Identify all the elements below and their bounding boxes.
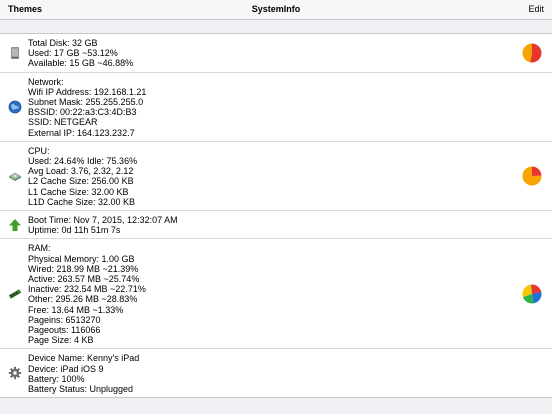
info-line: Pageins: 6513270 xyxy=(28,314,101,325)
info-line: CPU: xyxy=(28,145,50,156)
up-arrow-icon xyxy=(8,218,22,232)
navigation-bar: Themes SystemInfo Edit xyxy=(0,0,552,20)
pie-slice xyxy=(532,166,542,176)
device-info: Device Name: Kenny's iPad Device: iPad i… xyxy=(28,349,552,397)
info-line: Page Size: 4 KB xyxy=(28,335,94,346)
info-line: L2 Cache Size: 256.00 KB xyxy=(28,176,134,187)
page-title: SystemInfo xyxy=(251,4,301,14)
ram-row[interactable]: RAM: Physical Memory: 1.00 GB Wired: 218… xyxy=(0,239,552,350)
info-line: Device: iPad iOS 9 xyxy=(28,363,104,374)
info-line: Device Name: Kenny's iPad xyxy=(28,353,140,364)
info-line: Used: 17 GB ~53.12% xyxy=(28,48,118,59)
info-line: Avg Load: 3.76, 2.32, 2.12 xyxy=(28,166,134,177)
info-line: Uptime: 0d 11h 51m 7s xyxy=(28,225,121,236)
info-line: RAM: xyxy=(28,243,51,254)
disk-info: Total Disk: 32 GB Used: 17 GB ~53.12% Av… xyxy=(28,34,552,72)
device-row[interactable]: Device Name: Kenny's iPad Device: iPad i… xyxy=(0,349,552,397)
info-line: Other: 295.26 MB ~28.83% xyxy=(28,294,138,305)
info-line: Available: 15 GB ~46.88% xyxy=(28,58,134,69)
system-info-table: Total Disk: 32 GB Used: 17 GB ~53.12% Av… xyxy=(0,33,552,399)
network-row[interactable]: Network: Wifi IP Address: 192.168.1.21 S… xyxy=(0,73,552,142)
info-line: Network: xyxy=(28,76,64,87)
hard-drive-icon xyxy=(8,46,22,60)
info-line: Boot Time: Nov 7, 2015, 12:32:07 AM xyxy=(28,215,178,226)
info-line: L1 Cache Size: 32.00 KB xyxy=(28,186,129,197)
info-line: Pageouts: 116066 xyxy=(28,325,101,336)
edit-button[interactable]: Edit xyxy=(528,4,544,14)
info-line: Battery Status: Unplugged xyxy=(28,384,134,395)
info-line: Used: 24.64% Idle: 75.36% xyxy=(28,156,138,167)
pie-slice xyxy=(522,43,532,63)
disk-row[interactable]: Total Disk: 32 GB Used: 17 GB ~53.12% Av… xyxy=(0,34,552,73)
info-line: SSID: NETGEAR xyxy=(28,117,98,128)
gear-icon xyxy=(8,366,22,380)
info-line: Active: 263.57 MB ~25.74% xyxy=(28,274,140,285)
boot-row[interactable]: Boot Time: Nov 7, 2015, 12:32:07 AM Upti… xyxy=(0,211,552,240)
cpu-chip-icon xyxy=(8,169,22,183)
info-line: L1D Cache Size: 32.00 KB xyxy=(28,196,136,207)
ram-pie-chart xyxy=(522,284,542,304)
info-line: Wifi IP Address: 192.168.1.21 xyxy=(28,86,147,97)
disk-pie-chart xyxy=(522,43,542,63)
info-line: Total Disk: 32 GB xyxy=(28,38,98,48)
memory-stick-icon xyxy=(8,287,22,301)
info-line: Wired: 218.99 MB ~21.39% xyxy=(28,263,139,274)
info-line: Physical Memory: 1.00 GB xyxy=(28,253,135,264)
ram-info: RAM: Physical Memory: 1.00 GB Wired: 218… xyxy=(28,239,552,348)
globe-icon xyxy=(8,100,22,114)
info-line: BSSID: 00:22:a3:C3:4D:B3 xyxy=(28,107,137,118)
info-line: Battery: 100% xyxy=(28,373,85,384)
cpu-row[interactable]: CPU: Used: 24.64% Idle: 75.36% Avg Load:… xyxy=(0,142,552,212)
cpu-pie-chart xyxy=(522,166,542,186)
network-info: Network: Wifi IP Address: 192.168.1.21 S… xyxy=(28,73,552,141)
info-line: Subnet Mask: 255.255.255.0 xyxy=(28,97,144,108)
boot-info: Boot Time: Nov 7, 2015, 12:32:07 AM Upti… xyxy=(28,211,552,238)
info-line: Inactive: 232.54 MB ~22.71% xyxy=(28,284,146,295)
cpu-info: CPU: Used: 24.64% Idle: 75.36% Avg Load:… xyxy=(28,142,552,210)
info-line: External IP: 164.123.232.7 xyxy=(28,127,135,138)
info-line: Free: 13.64 MB ~1.33% xyxy=(28,304,124,315)
